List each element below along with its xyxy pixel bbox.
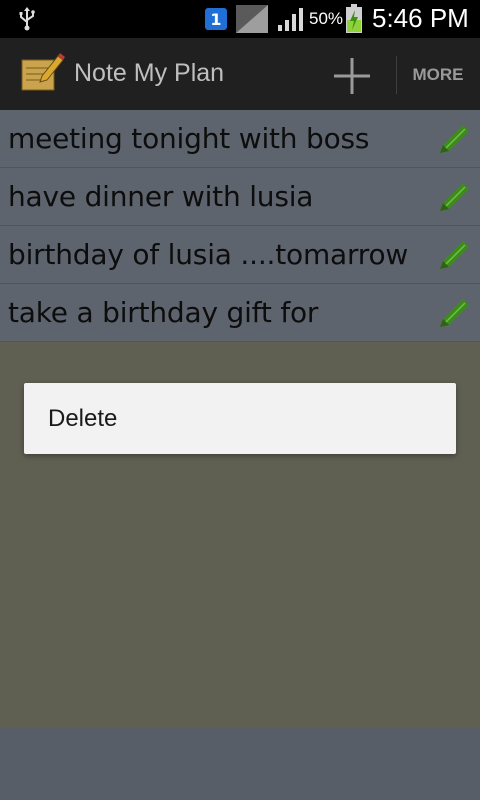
more-button[interactable]: MORE <box>405 65 471 85</box>
note-text: meeting tonight with boss <box>8 122 370 155</box>
action-divider <box>396 56 397 94</box>
notes-list: meeting tonight with boss have dinner wi… <box>0 110 480 342</box>
edit-pencil-icon[interactable] <box>434 179 472 215</box>
action-bar: Note My Plan MORE <box>0 38 480 110</box>
sim-icon: 1 <box>205 8 227 30</box>
usb-icon <box>19 7 35 31</box>
edit-pencil-icon[interactable] <box>434 237 472 273</box>
svg-text:1: 1 <box>210 10 221 29</box>
battery-charging-icon <box>346 4 362 33</box>
add-icon[interactable] <box>330 54 374 98</box>
list-item[interactable]: meeting tonight with boss <box>0 110 480 168</box>
edit-pencil-icon[interactable] <box>434 121 472 157</box>
app-title: Note My Plan <box>74 59 225 87</box>
status-bar: 1 50% 5:46 PM <box>0 0 480 38</box>
list-item[interactable]: have dinner with lusia <box>0 168 480 226</box>
note-text: birthday of lusia ....tomarrow <box>8 238 409 271</box>
list-item[interactable]: birthday of lusia ....tomarrow <box>0 226 480 284</box>
list-item[interactable]: take a birthday gift for <box>0 284 480 342</box>
note-text: have dinner with lusia <box>8 180 314 213</box>
edit-pencil-icon[interactable] <box>434 295 472 331</box>
status-clock: 5:46 PM <box>372 3 469 33</box>
battery-percent: 50% <box>309 9 344 28</box>
context-menu: Delete <box>24 383 456 454</box>
app-notepad-icon[interactable] <box>18 50 66 98</box>
no-signal-icon <box>236 5 268 33</box>
delete-menu-item[interactable]: Delete <box>48 405 117 433</box>
bottom-area <box>0 728 480 800</box>
signal-bars-icon <box>278 8 303 31</box>
note-text: take a birthday gift for <box>8 296 319 329</box>
